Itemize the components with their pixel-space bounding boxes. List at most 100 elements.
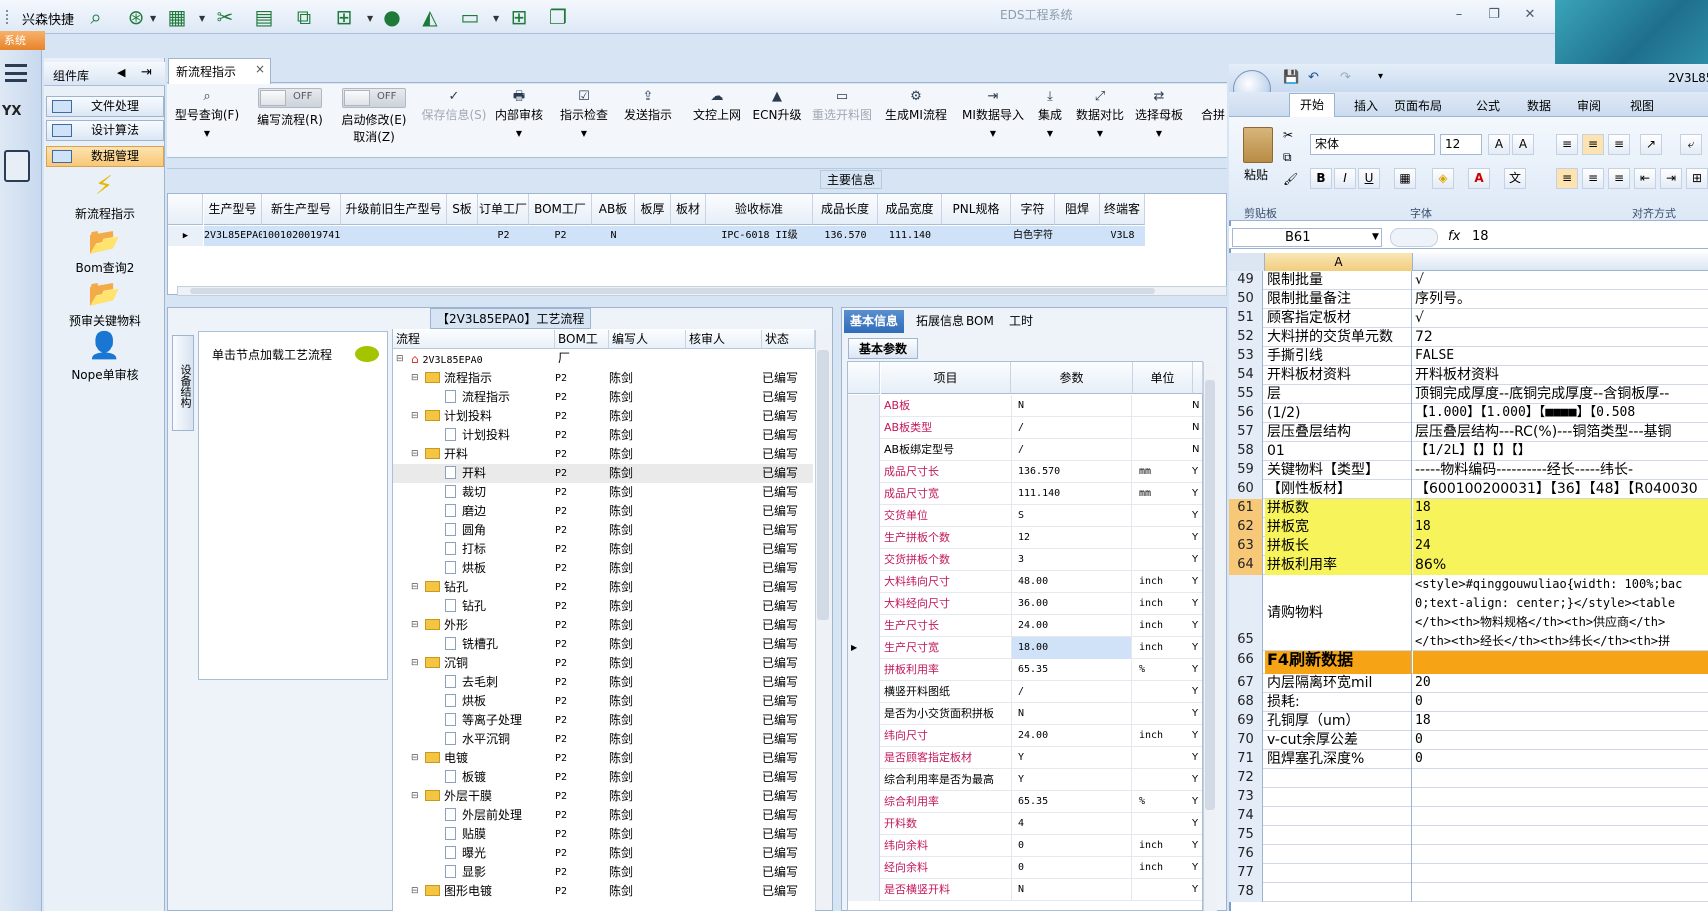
chevron-down-icon[interactable]: ▼: [150, 14, 156, 23]
row-header[interactable]: [848, 681, 880, 703]
ribbon-button[interactable]: ☑ 指示检查 ▼: [554, 86, 614, 158]
params-row[interactable]: 是否为小交货面积拼板 N Y: [848, 703, 1202, 725]
chevron-down-icon[interactable]: ▼: [493, 14, 499, 23]
customize-qat-icon[interactable]: ▾: [1378, 71, 1383, 82]
copy-icon[interactable]: ⧉: [1283, 150, 1292, 165]
row-header[interactable]: [848, 461, 880, 483]
sheet-row[interactable]: 75: [1229, 826, 1708, 845]
shrink-font-icon[interactable]: A: [1512, 134, 1534, 155]
windows-icon[interactable]: ⊞: [507, 5, 531, 29]
grid-column-header[interactable]: PNL规格: [942, 194, 1011, 225]
sheet-row[interactable]: 55 层顶铜完成厚度--底铜完成厚度--含铜板厚--: [1229, 385, 1708, 404]
cell-a[interactable]: 【刚性板材】: [1265, 480, 1412, 499]
row-number[interactable]: 77: [1229, 864, 1263, 883]
tree-row[interactable]: 烘板 P2 陈剑 已编写: [393, 692, 813, 711]
row-header[interactable]: [848, 879, 880, 901]
cell-a[interactable]: [1265, 769, 1412, 788]
underline-icon[interactable]: U: [1358, 168, 1380, 189]
grid-column-header[interactable]: 新生产型号: [262, 194, 341, 225]
cell-a[interactable]: v-cut余厚公差: [1265, 731, 1412, 750]
cell-a[interactable]: 手撕引线: [1265, 347, 1412, 366]
grid-cell[interactable]: [942, 226, 1011, 246]
params-row[interactable]: 成品尺寸长 136.570 mm Y: [848, 461, 1202, 483]
sheet-row[interactable]: 57 层压叠层结构 层压叠层结构---RC(%)---铜箔类型---基铜: [1229, 423, 1708, 442]
param-value-cell[interactable]: 18.00: [1012, 637, 1132, 659]
chevron-down-icon[interactable]: ▼: [490, 129, 548, 138]
params-row[interactable]: 拼板利用率 65.35% Y: [848, 659, 1202, 681]
cell-a[interactable]: 层压叠层结构: [1265, 423, 1412, 442]
tree-row[interactable]: ⊟ 外形 P2 陈剑 已编写: [393, 616, 813, 635]
grid-cell[interactable]: [447, 226, 478, 246]
grid-column-header[interactable]: 终端客: [1100, 194, 1145, 225]
column-header-a[interactable]: A: [1265, 253, 1413, 271]
sheet-row[interactable]: 62 拼板宽 18: [1229, 518, 1708, 537]
lightning-icon[interactable]: ⚡: [88, 171, 120, 201]
row-number[interactable]: 52: [1229, 328, 1263, 347]
tree-row[interactable]: ⊟ 开料 P2 陈剑 已编写: [393, 445, 813, 464]
tree-column-header[interactable]: BOM工厂: [555, 330, 609, 365]
cell-b[interactable]: 24: [1413, 537, 1708, 556]
params-row[interactable]: 生产拼板个数 12 Y: [848, 527, 1202, 549]
tree-row[interactable]: 开料 P2 陈剑 已编写: [393, 464, 813, 483]
grid-column-header[interactable]: 订单工厂: [478, 194, 529, 225]
cell-b[interactable]: 【1.000】【1.000】【■■■■】【0.508: [1413, 404, 1708, 423]
chevron-down-icon[interactable]: ▼: [367, 14, 373, 23]
format-painter-icon[interactable]: 🖌: [1283, 172, 1298, 186]
param-value-cell[interactable]: 0: [1012, 835, 1132, 857]
param-value-cell[interactable]: Y: [1012, 747, 1132, 769]
grid-cell[interactable]: [635, 226, 671, 246]
decrease-indent-icon[interactable]: ⇤: [1634, 168, 1656, 189]
sheet-row[interactable]: 51 顾客指定板材 √: [1229, 309, 1708, 328]
grid-cell[interactable]: P2: [529, 226, 592, 246]
scrollbar-thumb[interactable]: [817, 350, 829, 620]
param-value-cell[interactable]: 3: [1012, 549, 1132, 571]
tree-row[interactable]: 外层前处理 P2 陈剑 已编写: [393, 806, 813, 825]
sheet-row[interactable]: 56 (1/2) 【1.000】【1.000】【■■■■】【0.508: [1229, 404, 1708, 423]
row-header[interactable]: [848, 835, 880, 857]
param-value-cell[interactable]: 24.00: [1012, 725, 1132, 747]
italic-icon[interactable]: I: [1334, 168, 1356, 189]
cell-a[interactable]: 限制批量: [1265, 271, 1412, 290]
sheet-row[interactable]: 63 拼板长 24: [1229, 537, 1708, 556]
ribbon-button[interactable]: ⚙ 生成MI流程: [880, 86, 952, 158]
params-row[interactable]: 综合利用率 65.35% Y: [848, 791, 1202, 813]
row-number[interactable]: 64: [1229, 556, 1263, 575]
row-number[interactable]: 66: [1229, 651, 1263, 674]
cell-b[interactable]: <style>#qinggouwuliao{width: 100%;bac 0;t…: [1413, 575, 1708, 651]
borders-icon[interactable]: ▦: [1394, 168, 1416, 189]
param-value-cell[interactable]: 4: [1012, 813, 1132, 835]
cell-a[interactable]: [1265, 864, 1412, 883]
redo-icon[interactable]: ↷: [1340, 70, 1351, 85]
tree-row[interactable]: 打标 P2 陈剑 已编写: [393, 540, 813, 559]
cell-b[interactable]: [1413, 788, 1708, 807]
sheet-row[interactable]: 78: [1229, 883, 1708, 902]
cut-icon[interactable]: ✂: [1283, 128, 1293, 142]
close-icon[interactable]: ×: [255, 62, 265, 76]
row-header[interactable]: [848, 395, 880, 417]
param-value-cell[interactable]: 36.00: [1012, 593, 1132, 615]
windows-cascade-icon[interactable]: ❐: [546, 5, 570, 29]
cell-b[interactable]: 开料板材资料: [1413, 366, 1708, 385]
params-row[interactable]: 经向余料 0 inch Y: [848, 857, 1202, 879]
params-row[interactable]: 成品尺寸宽 111.140 mm Y: [848, 483, 1202, 505]
cell-a[interactable]: [1265, 788, 1412, 807]
row-header[interactable]: [848, 857, 880, 879]
cell-b[interactable]: [1413, 883, 1708, 902]
toolbar-grip[interactable]: [6, 10, 14, 24]
row-number[interactable]: 70: [1229, 731, 1263, 750]
ribbon-button[interactable]: ⤓ 集成 ▼: [1035, 86, 1065, 158]
tree-row[interactable]: 圆角 P2 陈剑 已编写: [393, 521, 813, 540]
library-item-label[interactable]: Bom查询2: [50, 259, 160, 276]
sheet-row[interactable]: 58 01 【1/2L】【】【】【】: [1229, 442, 1708, 461]
params-row[interactable]: 开料数 4 Y: [848, 813, 1202, 835]
cell-b[interactable]: √: [1413, 309, 1708, 328]
params-row[interactable]: 是否顾客指定板材 Y Y: [848, 747, 1202, 769]
cell-a[interactable]: 拼板长: [1265, 537, 1412, 556]
formula-input[interactable]: 18: [1472, 229, 1489, 244]
tree-row[interactable]: 曝光 P2 陈剑 已编写: [393, 844, 813, 863]
sheet-row[interactable]: 77: [1229, 864, 1708, 883]
cell-a[interactable]: 01: [1265, 442, 1412, 461]
collapse-icon[interactable]: ⊟: [411, 369, 419, 388]
row-number[interactable]: 76: [1229, 845, 1263, 864]
sheet-row[interactable]: 52 大料拼的交货单元数 72: [1229, 328, 1708, 347]
